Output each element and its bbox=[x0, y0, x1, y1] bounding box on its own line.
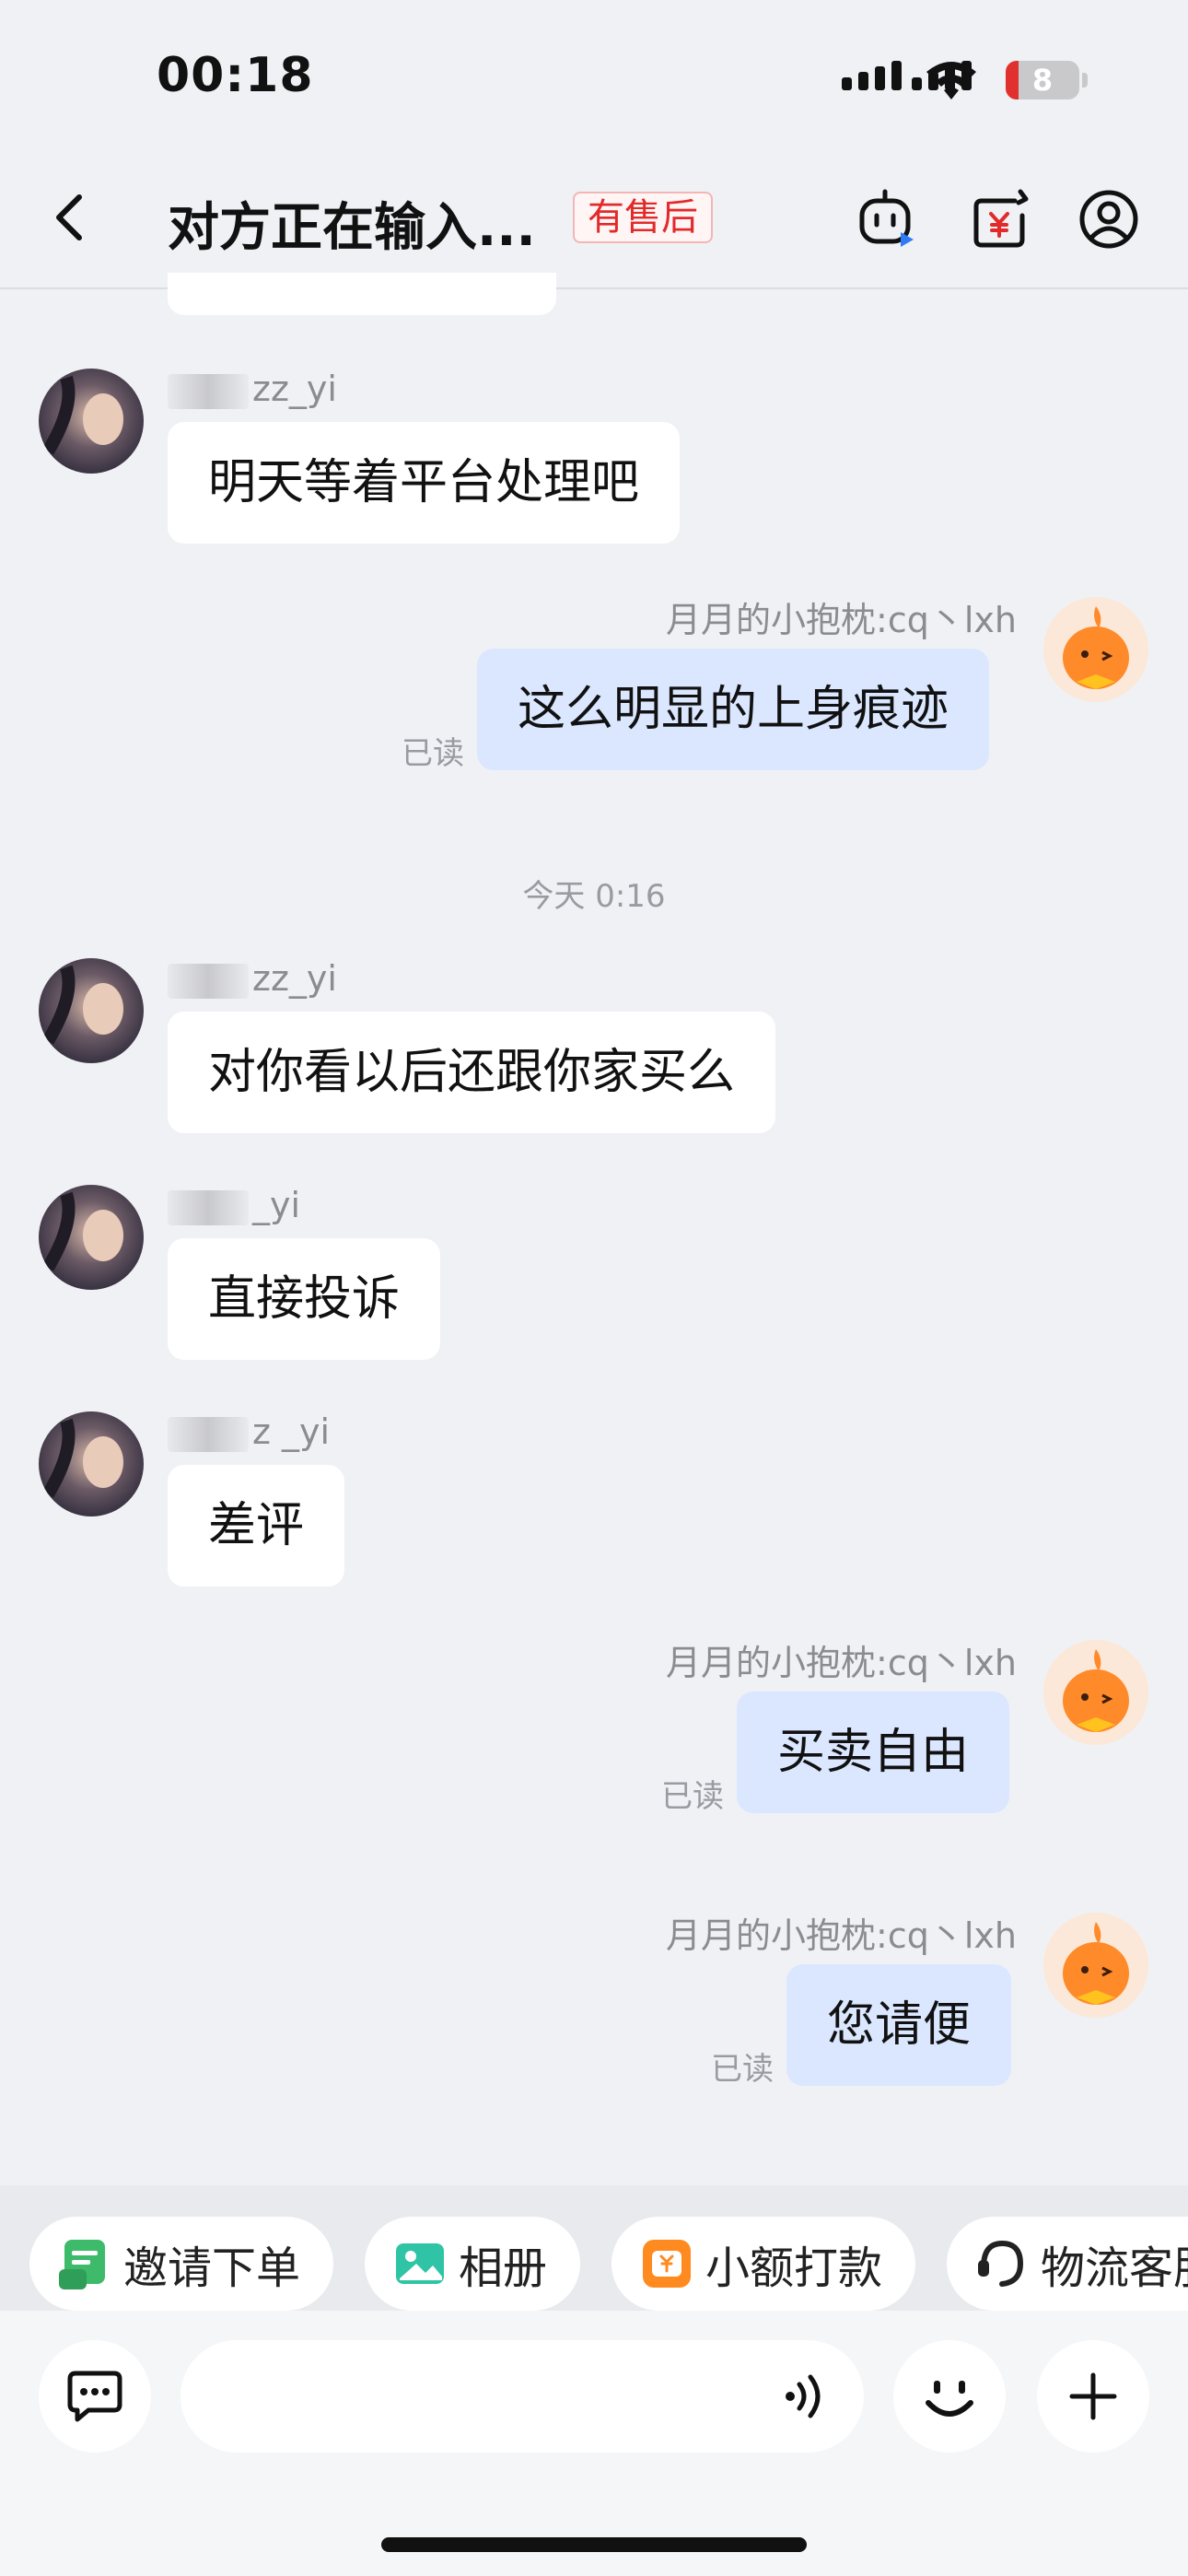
message-bubble[interactable]: 买卖自由 bbox=[737, 1692, 1010, 1813]
message-bubble[interactable]: 明天等着平台处理吧 bbox=[168, 422, 681, 544]
sender-name: 月月的小抱枕:cq丶lxh bbox=[666, 600, 1017, 640]
chat-header: 对方正在输入... 有售后 bbox=[0, 147, 1188, 289]
small-payment-button[interactable]: 小额打款 bbox=[611, 2217, 916, 2311]
profile-icon[interactable] bbox=[1077, 188, 1140, 251]
shortcut-label: 小额打款 bbox=[705, 2242, 883, 2294]
home-indicator[interactable] bbox=[381, 2537, 807, 2552]
avatar[interactable] bbox=[1043, 597, 1148, 702]
shortcut-bar: 邀请下单 相册 小额打款 物流客服 bbox=[0, 2185, 1188, 2311]
sender-name: zz_yi bbox=[168, 369, 337, 409]
battery-level: 8 bbox=[1031, 63, 1054, 98]
message-bubble[interactable]: 直接投诉 bbox=[168, 1238, 441, 1360]
robot-assistant-icon[interactable] bbox=[855, 188, 917, 251]
sender-name: zz_yi bbox=[168, 958, 337, 999]
after-sale-badge[interactable]: 有售后 bbox=[573, 192, 713, 243]
page-title: 对方正在输入... bbox=[168, 198, 536, 258]
read-status: 已读 bbox=[661, 1778, 724, 1815]
refund-icon[interactable] bbox=[969, 188, 1031, 251]
message-bubble[interactable]: 差评 bbox=[168, 1465, 345, 1587]
emoji-button[interactable] bbox=[893, 2340, 1006, 2453]
avatar[interactable] bbox=[1043, 1913, 1148, 2018]
back-icon[interactable] bbox=[44, 190, 99, 245]
smiley-icon bbox=[926, 2381, 973, 2417]
status-time: 00:18 bbox=[157, 48, 314, 103]
sender-name: z _yi bbox=[168, 1411, 330, 1452]
invite-order-icon bbox=[59, 2240, 105, 2289]
invite-order-button[interactable]: 邀请下单 bbox=[29, 2217, 334, 2311]
album-icon bbox=[396, 2243, 444, 2284]
voice-icon[interactable] bbox=[781, 2371, 831, 2421]
sender-name: _yi bbox=[168, 1185, 300, 1225]
message-bubble[interactable]: 这么明显的上身痕迹 bbox=[477, 649, 990, 770]
previous-message-bubble bbox=[168, 273, 556, 315]
shortcut-label: 物流客服 bbox=[1041, 2242, 1188, 2294]
logistics-service-icon bbox=[978, 2240, 1024, 2287]
avatar[interactable] bbox=[39, 1185, 144, 1290]
more-button[interactable] bbox=[1037, 2340, 1149, 2453]
chat-screen: 00:18 8 对方正在输入... 有售后 zz_yi 明天等着平台处理吧 月月… bbox=[0, 0, 1188, 2576]
avatar[interactable] bbox=[39, 958, 144, 1063]
input-bar bbox=[0, 2311, 1188, 2576]
avatar[interactable] bbox=[1043, 1640, 1148, 1745]
shortcut-label: 相册 bbox=[459, 2242, 548, 2294]
message-bubble[interactable]: 对你看以后还跟你家买么 bbox=[168, 1012, 776, 1133]
plus-icon bbox=[1069, 2372, 1117, 2420]
album-button[interactable]: 相册 bbox=[365, 2217, 581, 2311]
avatar[interactable] bbox=[39, 1411, 144, 1516]
message-bubble[interactable]: 您请便 bbox=[786, 1964, 1012, 2086]
read-status: 已读 bbox=[711, 2051, 774, 2088]
read-status: 已读 bbox=[402, 735, 464, 772]
quick-reply-button[interactable] bbox=[39, 2340, 151, 2453]
sender-name: 月月的小抱枕:cq丶lxh bbox=[666, 1643, 1017, 1683]
message-input[interactable] bbox=[181, 2340, 864, 2453]
small-payment-icon bbox=[643, 2240, 691, 2288]
logistics-service-button[interactable]: 物流客服 bbox=[947, 2217, 1188, 2311]
avatar[interactable] bbox=[39, 369, 144, 474]
timestamp-separator: 今天 0:16 bbox=[522, 878, 666, 915]
battery-icon: 8 bbox=[1006, 61, 1079, 100]
sender-name: 月月的小抱枕:cq丶lxh bbox=[666, 1915, 1017, 1956]
wifi-icon bbox=[926, 62, 976, 100]
shortcut-label: 邀请下单 bbox=[123, 2242, 301, 2294]
chat-bubble-icon bbox=[67, 2371, 122, 2422]
